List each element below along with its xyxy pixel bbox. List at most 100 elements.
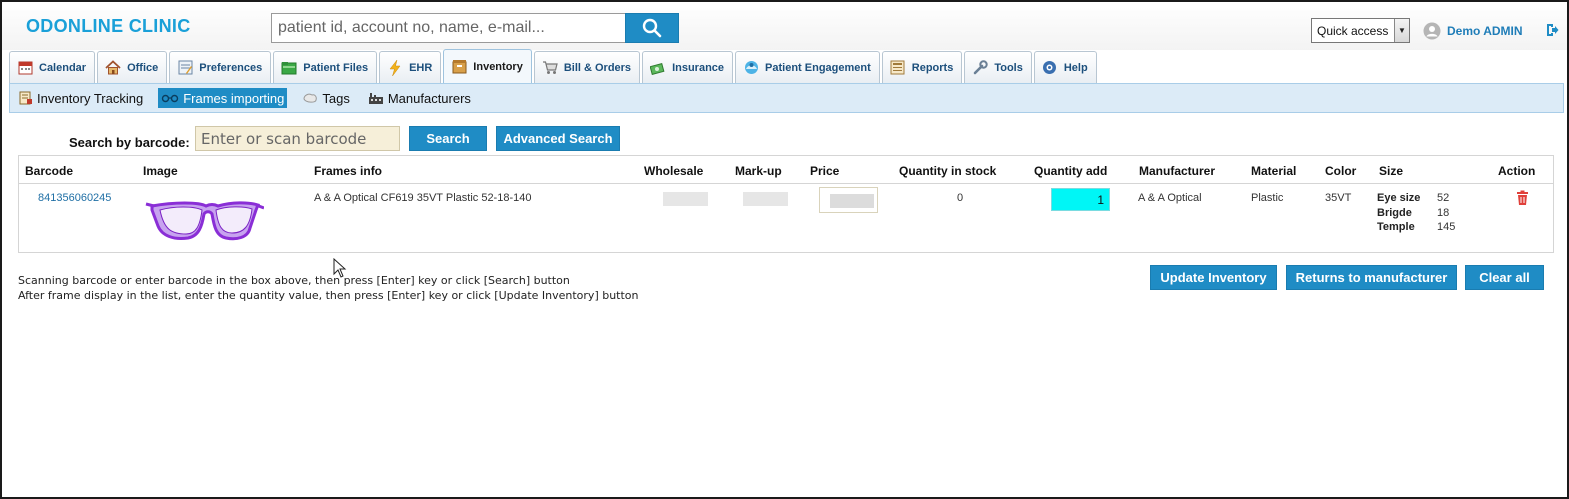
tab-reports[interactable]: Reports [881,51,963,83]
money-icon [650,60,666,76]
price-input[interactable] [819,187,878,213]
tracking-icon [19,91,32,105]
size-key: Brigde [1377,206,1412,219]
instructions: Scanning barcode or enter barcode in the… [18,274,639,303]
subnav-inventory-tracking[interactable]: Inventory Tracking [16,88,146,108]
quick-access-select[interactable]: Quick access ▼ [1311,18,1410,43]
user-name: Demo ADMIN [1447,24,1523,38]
tab-label: Help [1063,61,1088,74]
subnav-label: Tags [322,90,350,106]
col-quantity-add: Quantity add [1034,164,1108,178]
barcode-input[interactable] [195,126,400,151]
quantity-add-input[interactable]: 1 [1051,188,1110,211]
col-frames-info: Frames info [314,164,383,178]
col-wholesale: Wholesale [644,164,704,178]
row-size: Eye size 52 Brigde 18 Temple 145 [1377,191,1455,235]
update-inventory-button[interactable]: Update Inventory [1150,265,1277,290]
col-size: Size [1379,164,1404,178]
tab-label: Reports [911,61,954,74]
tab-insurance[interactable]: Insurance [642,51,734,83]
subnav-manufacturers[interactable]: Manufacturers [365,88,474,108]
tab-patient-engagement[interactable]: Patient Engagement [735,51,880,83]
subnav-label: Frames importing [183,90,285,106]
tab-label: Inventory [473,60,523,73]
tab-bill-orders[interactable]: Bill & Orders [533,51,641,83]
tab-label: Tools [994,61,1023,74]
tab-help[interactable]: Help [1033,51,1097,83]
tab-ehr[interactable]: EHR [379,51,442,83]
inventory-subnav: Inventory Tracking Frames importing Tags… [9,83,1564,113]
preferences-icon [177,60,193,76]
tab-label: EHR [409,61,433,74]
size-value: 52 [1437,192,1450,204]
lightning-icon [387,59,403,76]
row-frames-info: A & A Optical CF619 35VT Plastic 52-18-1… [314,192,532,204]
user-menu[interactable]: Demo ADMIN [1423,22,1523,40]
top-header: ODONLINE CLINIC Quick access ▼ Demo ADMI… [2,2,1567,50]
row-color: 35VT [1325,192,1352,204]
col-markup: Mark-up [735,164,782,178]
tab-label: Calendar [39,61,87,74]
col-manufacturer: Manufacturer [1139,164,1216,178]
user-icon [1423,22,1441,40]
factory-icon [368,93,383,104]
trash-icon[interactable] [1516,190,1529,206]
col-color: Color [1325,164,1357,178]
row-barcode[interactable]: 841356060245 [38,192,111,204]
tab-label: Patient Engagement [765,61,871,74]
size-key: Temple [1377,221,1415,233]
size-temple: Temple 145 [1377,220,1455,235]
subnav-frames-importing[interactable]: Frames importing [158,88,288,108]
engagement-icon [743,60,759,76]
folder-icon [281,60,297,76]
tags-icon [303,93,318,103]
row-manufacturer: A & A Optical [1138,192,1202,204]
table-header: Barcode Image Frames info Wholesale Mark… [19,156,1553,184]
col-action: Action [1498,164,1536,178]
tab-inventory[interactable]: Inventory [443,49,532,83]
subnav-tags[interactable]: Tags [299,88,352,108]
price-value [830,194,874,208]
brand-logo[interactable]: ODONLINE CLINIC [26,16,191,37]
tab-label: Bill & Orders [563,61,632,74]
row-material: Plastic [1251,192,1284,204]
size-key: Eye size [1377,192,1421,204]
global-search [271,13,679,43]
frames-table: Barcode Image Frames info Wholesale Mark… [18,155,1554,253]
col-quantity-in-stock: Quantity in stock [899,164,997,178]
search-icon [642,18,662,38]
help-icon [1042,60,1058,76]
wholesale-value [663,192,708,206]
home-icon [105,60,121,76]
size-value: 18 [1437,206,1450,219]
returns-to-manufacturer-button[interactable]: Returns to manufacturer [1286,265,1457,290]
clear-all-button[interactable]: Clear all [1465,265,1544,290]
size-value: 145 [1437,221,1456,233]
tab-tools[interactable]: Tools [964,51,1032,83]
tab-label: Preferences [199,61,263,74]
wrench-icon [972,60,988,76]
chevron-down-icon: ▼ [1394,19,1409,42]
cart-icon [542,60,558,76]
logout-button[interactable] [1545,23,1559,40]
tab-patient-files[interactable]: Patient Files [273,51,378,83]
barcode-label: Search by barcode: [69,135,190,150]
size-eye: Eye size 52 [1377,191,1455,206]
logout-icon [1547,24,1559,36]
size-bridge: Brigde 18 [1377,206,1455,221]
instruction-line: After frame display in the list, enter t… [18,288,639,302]
search-button[interactable]: Search [409,126,487,151]
quick-access-label: Quick access [1317,23,1389,38]
app-window: ODONLINE CLINIC Quick access ▼ Demo ADMI… [0,0,1569,499]
tab-label: Patient Files [303,61,369,74]
global-search-button[interactable] [625,13,679,43]
tab-office[interactable]: Office [97,51,168,83]
advanced-search-button[interactable]: Advanced Search [496,126,620,151]
box-icon [451,59,467,75]
main-tabs: Calendar Office Preferences Patient File… [9,49,1097,83]
tab-label: Insurance [672,61,725,74]
tab-preferences[interactable]: Preferences [169,51,272,83]
tab-calendar[interactable]: Calendar [9,51,96,83]
glasses-icon [162,94,179,103]
global-search-input[interactable] [271,13,625,43]
